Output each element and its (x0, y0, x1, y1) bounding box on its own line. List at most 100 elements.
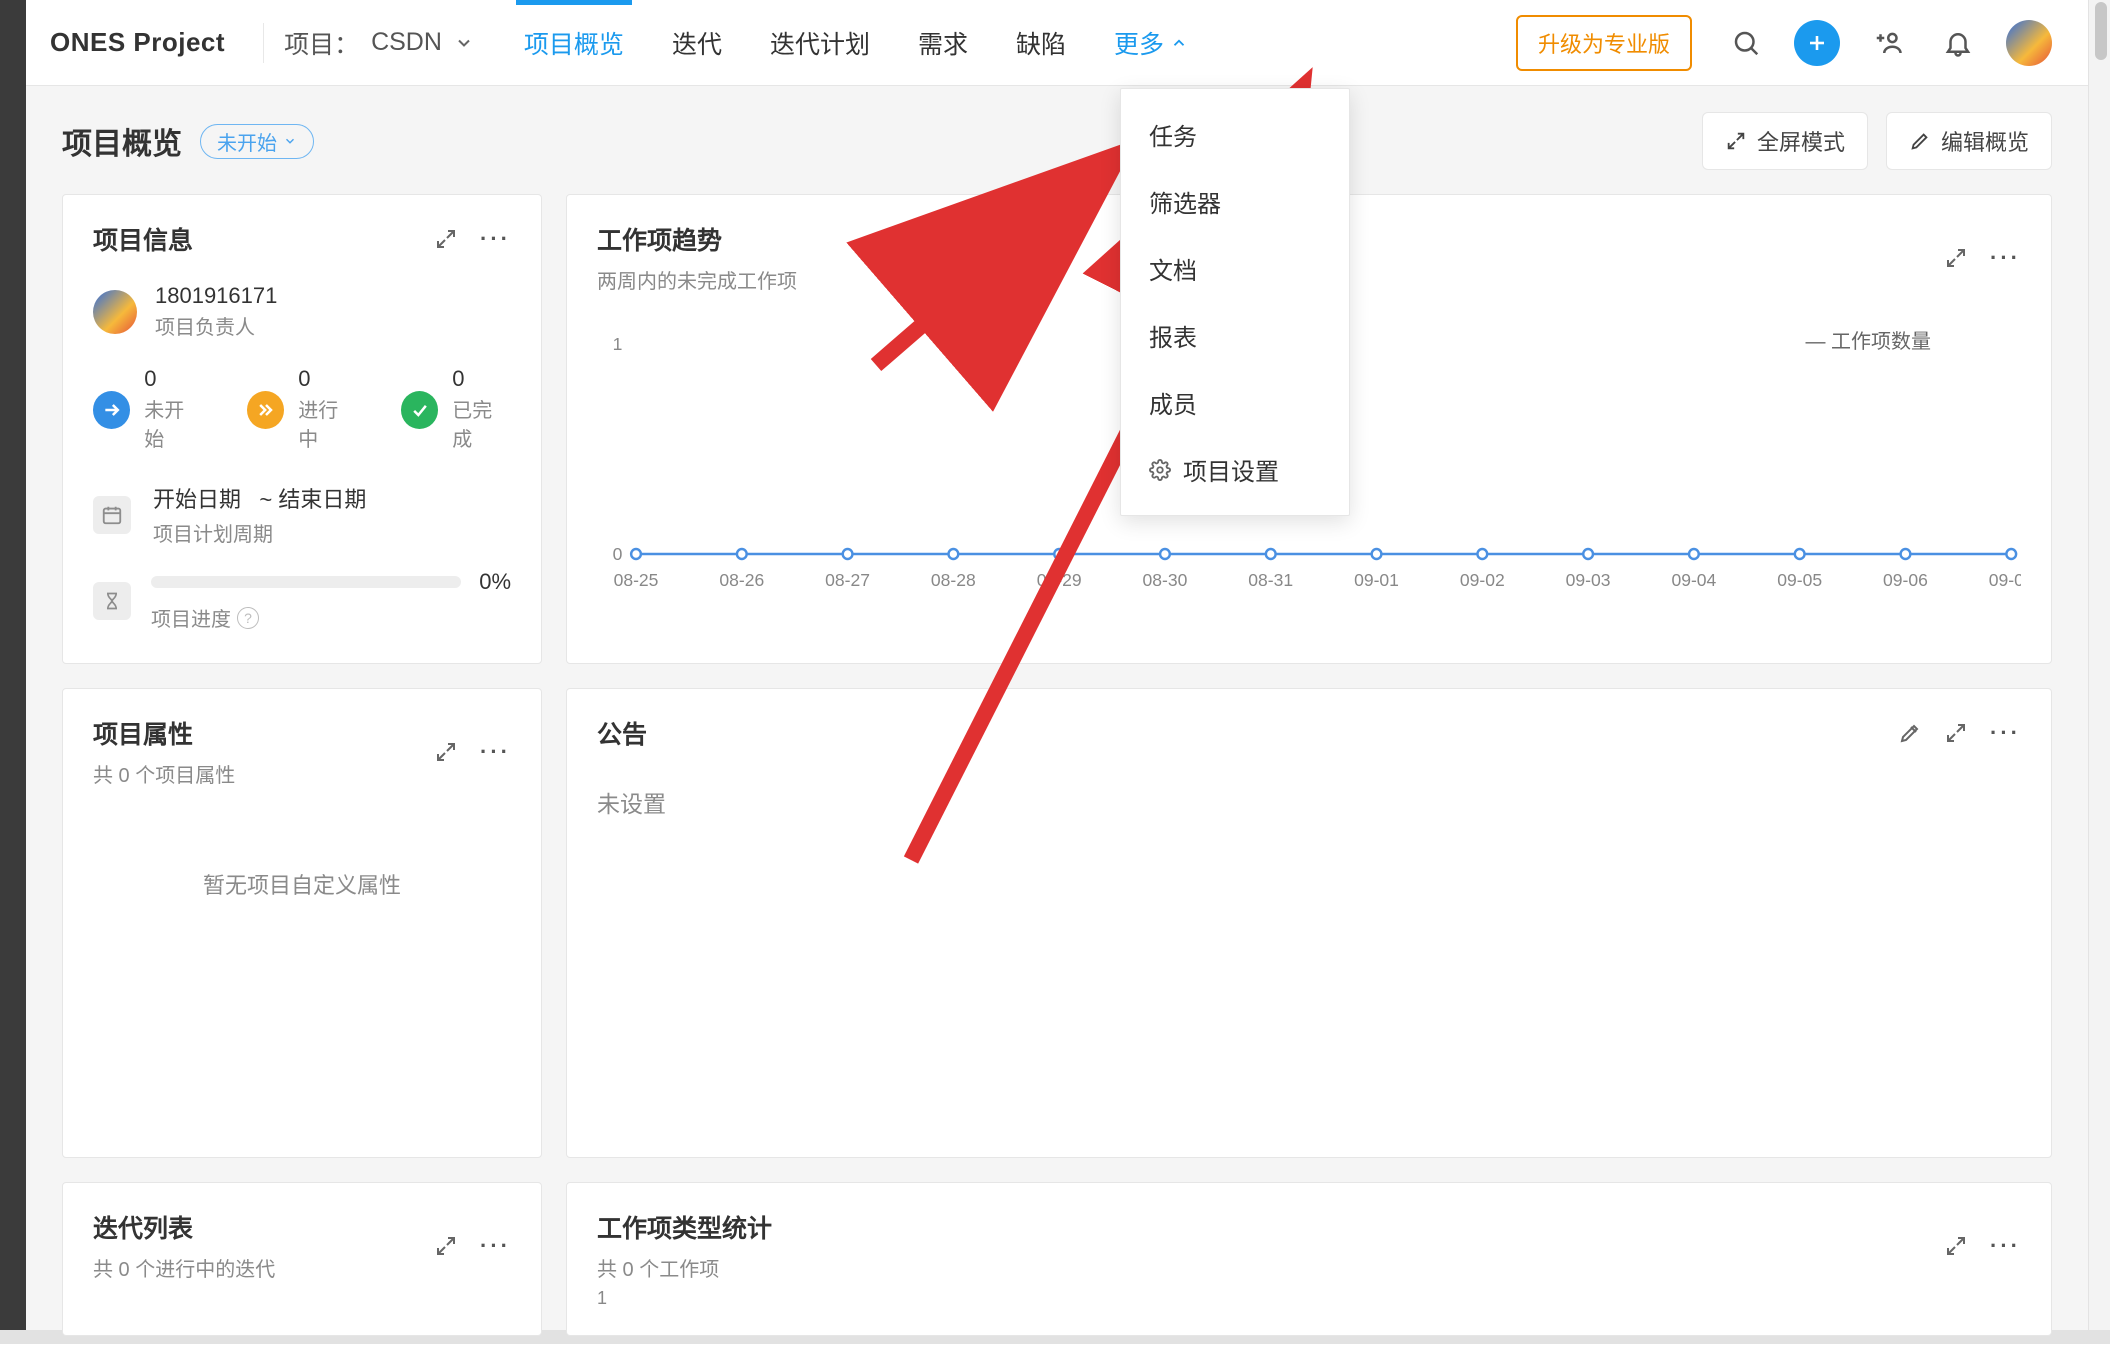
more-dropdown: 任务 筛选器 文档 报表 成员 项目设置 (1120, 88, 1350, 516)
project-picker[interactable]: 项目： CSDN (284, 25, 474, 61)
card-subtitle: 共 0 个工作项 (597, 1253, 772, 1282)
card-more-button[interactable]: ··· (1990, 245, 2021, 271)
svg-text:08-31: 08-31 (1248, 570, 1293, 590)
dropdown-item-filter[interactable]: 筛选器 (1121, 168, 1349, 235)
scrollbar-thumb[interactable] (2095, 2, 2107, 60)
nav-overview[interactable]: 项目概览 (524, 0, 624, 85)
card-more-button[interactable]: ··· (480, 226, 511, 252)
card-type-stats: 工作项类型统计 共 0 个工作项 ··· 1 (566, 1182, 2052, 1336)
status-chip[interactable]: 未开始 (200, 124, 314, 159)
create-button[interactable] (1794, 20, 1840, 66)
nav-iteration-plan[interactable]: 迭代计划 (770, 0, 870, 85)
pencil-icon (1909, 130, 1931, 152)
card-more-button[interactable]: ··· (1990, 720, 2021, 746)
progress-bar (151, 576, 461, 588)
nav-defect[interactable]: 缺陷 (1016, 0, 1066, 85)
plus-icon (1805, 31, 1829, 55)
calendar-icon (93, 496, 131, 534)
nav-requirement[interactable]: 需求 (918, 0, 968, 85)
dd-label: 任务 (1149, 117, 1197, 152)
nav-label: 需求 (918, 25, 968, 61)
user-avatar[interactable] (2006, 20, 2052, 66)
app-brand: ONES Project (50, 27, 225, 58)
hourglass-icon (93, 582, 131, 620)
arrow-right-icon (93, 391, 130, 429)
stat-done: 0已完成 (401, 368, 511, 452)
svg-text:08-28: 08-28 (931, 570, 976, 590)
edit-icon[interactable] (1898, 721, 1922, 745)
stat-label: 未开始 (144, 394, 203, 452)
stat-not-started: 0 未开始 (93, 368, 203, 452)
dropdown-item-settings[interactable]: 项目设置 (1121, 436, 1349, 503)
top-bar: ONES Project 项目： CSDN 项目概览 迭代 迭代计划 需求 缺陷… (26, 0, 2088, 86)
nav-more[interactable]: 更多 (1114, 0, 1188, 85)
window-left-strip (0, 0, 26, 1344)
svg-text:1: 1 (613, 334, 623, 354)
svg-text:08-30: 08-30 (1143, 570, 1188, 590)
help-icon[interactable]: ? (237, 607, 259, 629)
owner-name: 1801916171 (155, 283, 277, 309)
svg-text:08-25: 08-25 (614, 570, 659, 590)
card-announcement: 公告 ··· 未设置 (566, 688, 2052, 1158)
dd-label: 报表 (1149, 318, 1197, 353)
stat-in-progress: 0进行中 (247, 368, 357, 452)
page-sub-header: 项目概览 未开始 全屏模式 编辑概览 (26, 86, 2088, 194)
expand-icon[interactable] (1944, 721, 1968, 745)
svg-text:09-04: 09-04 (1671, 570, 1716, 590)
upgrade-button[interactable]: 升级为专业版 (1516, 15, 1692, 71)
card-iteration-list: 迭代列表 共 0 个进行中的迭代 ··· (62, 1182, 542, 1336)
button-label: 全屏模式 (1757, 125, 1845, 157)
dropdown-item-report[interactable]: 报表 (1121, 302, 1349, 369)
project-picker-name: CSDN (371, 28, 442, 57)
owner-avatar (93, 290, 137, 334)
dd-label: 项目设置 (1183, 452, 1279, 487)
chevron-down-icon (283, 134, 297, 148)
dd-label: 文档 (1149, 251, 1197, 286)
check-icon (401, 391, 438, 429)
dropdown-item-task[interactable]: 任务 (1121, 101, 1349, 168)
card-title: 迭代列表 (93, 1209, 275, 1245)
nav-label: 更多 (1114, 25, 1164, 61)
card-more-button[interactable]: ··· (480, 1233, 511, 1259)
edit-overview-button[interactable]: 编辑概览 (1886, 112, 2052, 170)
add-user-icon (1873, 28, 1903, 58)
page-title: 项目概览 (62, 119, 182, 163)
svg-text:09-02: 09-02 (1460, 570, 1505, 590)
stat-value: 0 (144, 368, 203, 390)
chevron-down-icon (454, 33, 474, 53)
expand-icon[interactable] (434, 1234, 458, 1258)
expand-icon[interactable] (434, 740, 458, 764)
card-title: 工作项类型统计 (597, 1209, 772, 1245)
nav-label: 缺陷 (1016, 25, 1066, 61)
dropdown-item-doc[interactable]: 文档 (1121, 235, 1349, 302)
svg-text:0: 0 (613, 544, 623, 564)
svg-text:08-26: 08-26 (719, 570, 764, 590)
card-more-button[interactable]: ··· (480, 739, 511, 765)
invite-button[interactable] (1866, 21, 1910, 65)
expand-icon[interactable] (434, 227, 458, 251)
card-project-info: 项目信息 ··· 1801916171 项目负责人 0未开始 (62, 194, 542, 664)
card-subtitle: 两周内的未完成工作项 (597, 265, 797, 294)
announcement-empty: 未设置 (597, 785, 2021, 819)
card-more-button[interactable]: ··· (1990, 1233, 2021, 1259)
search-icon (1731, 28, 1761, 58)
fullscreen-button[interactable]: 全屏模式 (1702, 112, 1868, 170)
card-title: 公告 (597, 715, 1236, 751)
expand-icon[interactable] (1944, 1234, 1968, 1258)
notifications-button[interactable] (1936, 21, 1980, 65)
svg-text:09-05: 09-05 (1777, 570, 1822, 590)
svg-text:09-06: 09-06 (1883, 570, 1928, 590)
nav-iteration[interactable]: 迭代 (672, 0, 722, 85)
date-sep: ~ (259, 487, 272, 512)
svg-text:09-03: 09-03 (1566, 570, 1611, 590)
button-label: 编辑概览 (1941, 125, 2029, 157)
dropdown-item-member[interactable]: 成员 (1121, 369, 1349, 436)
expand-icon[interactable] (1944, 246, 1968, 270)
project-picker-label: 项目： (284, 25, 359, 61)
stat-label: 进行中 (298, 394, 357, 452)
end-date: 结束日期 (278, 487, 366, 512)
svg-text:08-27: 08-27 (825, 570, 870, 590)
search-button[interactable] (1724, 21, 1768, 65)
browser-scrollbar[interactable] (2088, 0, 2110, 1344)
svg-text:09-01: 09-01 (1354, 570, 1399, 590)
